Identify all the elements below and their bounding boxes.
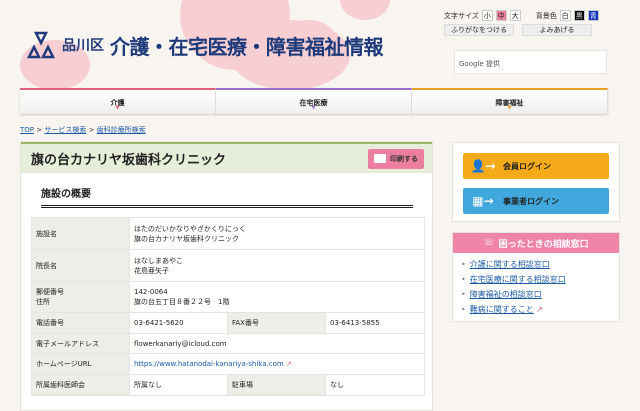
member-login-button[interactable]: 👤→ 会員ログイン: [463, 153, 609, 179]
table-row: 施設名 はたのだいかなりやざかくりにっく 旗の台カナリヤ坂歯科クリニック: [31, 217, 425, 250]
print-button[interactable]: 印刷する: [368, 148, 424, 169]
shinagawa-emblem-icon: [26, 31, 56, 59]
table-row: 電話番号 03-6421-5620 FAX番号 03-6413-5855: [31, 312, 425, 334]
breadcrumb: TOP > サービス検索 > 歯科診療所検索: [20, 126, 146, 134]
external-link-icon: ↗: [536, 305, 543, 314]
font-size-small[interactable]: 小: [481, 10, 493, 21]
site-title: 介護・在宅医療・障害福祉情報: [110, 34, 384, 59]
breadcrumb-dental-search[interactable]: 歯科診療所検索: [97, 126, 146, 134]
consult-link-kaigo[interactable]: 介護に関する相談窓口: [470, 260, 550, 269]
search-input[interactable]: Google 提供: [454, 50, 607, 74]
breadcrumb-service-search[interactable]: サービス検索: [44, 126, 86, 134]
page-title: 旗の台カナリヤ坂歯科クリニック: [31, 153, 227, 168]
consult-link-home-medical[interactable]: 在宅医療に関する相談窓口: [470, 275, 566, 284]
table-row: 所属歯科医師会 所属なし 駐車場 なし: [31, 374, 425, 396]
printer-icon: [374, 154, 386, 163]
chevron-down-icon: ▼: [115, 105, 120, 111]
homepage-link[interactable]: https://www.hatanodai-kanariya-shika.com: [134, 360, 284, 368]
breadcrumb-top[interactable]: TOP: [20, 126, 34, 134]
facility-panel: 旗の台カナリヤ坂歯科クリニック 印刷する 施設の概要 施設名 はたのだいかなりやざ…: [20, 141, 433, 411]
main-nav: 介護 ▼ 在宅医療 ▼ 障害福祉 ▼: [20, 88, 608, 114]
consultation-title: 困ったときの相談窓口: [498, 239, 589, 250]
bg-white[interactable]: 白: [559, 10, 571, 21]
telephone-icon: ☏: [483, 238, 495, 248]
building-login-icon: ▦→: [472, 194, 494, 208]
font-size-label: 文字サイズ: [444, 11, 479, 20]
chevron-down-icon: ▼: [311, 105, 316, 111]
nav-kaigo[interactable]: 介護 ▼: [20, 88, 216, 114]
table-row: 郵便番号 住所 142-0064 旗の台五丁目８番２２号 1階: [31, 281, 425, 313]
nav-disability[interactable]: 障害福祉 ▼: [412, 88, 608, 114]
table-row: 院長名 はなしまあやこ 花島亜矢子: [31, 249, 425, 282]
bg-color-label: 背景色: [535, 11, 557, 20]
furigana-button[interactable]: ふりがなをつける: [444, 24, 514, 36]
section-title: 施設の概要: [41, 185, 413, 208]
consultation-panel: ☏困ったときの相談窓口 介護に関する相談窓口 在宅医療に関する相談窓口 障害福祉…: [452, 232, 620, 322]
accessibility-tools: 文字サイズ 小 中 大 背景色 白 黒 青 ふりがなをつける よみあげる: [444, 10, 599, 36]
font-size-large[interactable]: 大: [509, 10, 521, 21]
decor: [340, 0, 390, 20]
facility-table: 施設名 はたのだいかなりやざかくりにっく 旗の台カナリヤ坂歯科クリニック 院長名 はな…: [31, 217, 425, 396]
consult-link-disability[interactable]: 障害福祉の相談窓口: [470, 290, 542, 299]
ward-name: 品川区: [62, 38, 104, 54]
table-row: ホームページURL https://www.hatanodai-kanariya-…: [31, 353, 425, 375]
external-link-icon: ↗: [285, 360, 292, 368]
bg-black[interactable]: 黒: [573, 10, 585, 21]
consult-link-intractable[interactable]: 難病に関すること: [470, 305, 534, 314]
login-panel: 👤→ 会員ログイン ▦→ 事業者ログイン: [452, 142, 620, 222]
business-login-button[interactable]: ▦→ 事業者ログイン: [463, 188, 609, 214]
font-size-medium[interactable]: 中: [495, 10, 507, 21]
user-login-icon: 👤→: [470, 159, 496, 173]
table-row: 電子メールアドレス flowerkanariy@icloud.com: [31, 333, 425, 354]
site-logo[interactable]: 品川区 介護・在宅医療・障害福祉情報: [26, 30, 384, 60]
read-aloud-button[interactable]: よみあげる: [522, 24, 592, 36]
bg-blue[interactable]: 青: [587, 10, 599, 21]
chevron-down-icon: ▼: [507, 105, 512, 111]
nav-home-medical[interactable]: 在宅医療 ▼: [216, 88, 412, 114]
